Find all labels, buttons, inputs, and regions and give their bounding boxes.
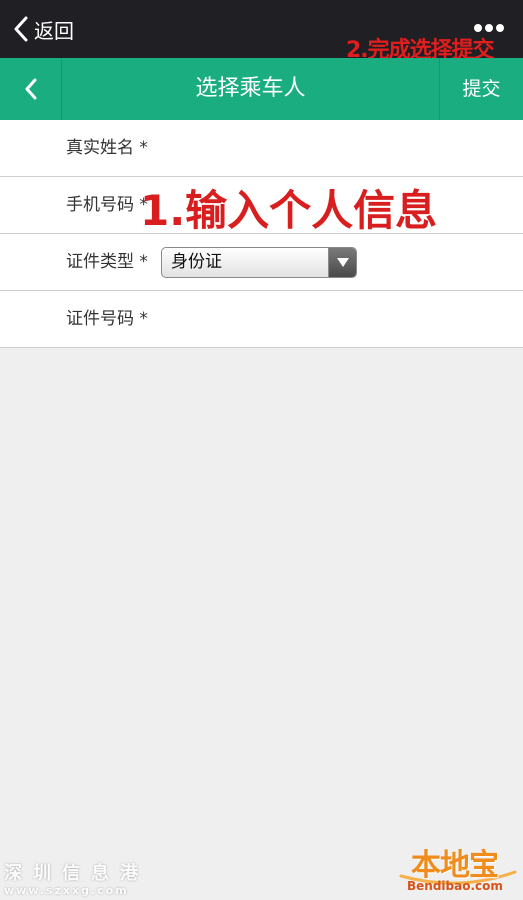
watermark-bendibao: 本地宝 Bendibao.com <box>399 840 517 896</box>
id-type-selected-value: 身份证 <box>171 252 222 272</box>
real-name-row: 真实姓名 * <box>0 120 523 177</box>
id-type-row: 证件类型 * 身份证 <box>0 234 523 291</box>
id-number-row: 证件号码 * <box>0 291 523 348</box>
page-title: 选择乘车人 <box>195 76 306 101</box>
phone-label: 手机号码 * <box>66 195 148 215</box>
real-name-input[interactable] <box>160 128 515 168</box>
watermark-bendibao-cn: 本地宝 <box>411 848 499 883</box>
chevron-left-icon <box>25 78 36 100</box>
real-name-label: 真实姓名 * <box>66 138 148 158</box>
id-type-label: 证件类型 * <box>66 252 148 272</box>
dropdown-arrow <box>328 248 356 277</box>
id-number-label: 证件号码 * <box>66 309 148 329</box>
watermark-szxxg-url: www.szxxg.com <box>4 884 129 897</box>
triangle-down-icon <box>336 258 349 267</box>
annotation-step-one: 1.输入个人信息 <box>140 186 438 235</box>
id-type-select[interactable]: 身份证 <box>161 247 357 278</box>
submit-button[interactable]: 提交 <box>439 58 523 120</box>
watermark-bendibao-url: Bendibao.com <box>407 879 503 893</box>
page-header: 选择乘车人 提交 <box>0 58 523 120</box>
id-number-input[interactable] <box>160 299 515 339</box>
system-back-button[interactable]: 返回 <box>12 12 74 46</box>
system-back-label: 返回 <box>34 18 74 43</box>
header-back-button[interactable] <box>0 58 62 120</box>
watermark-szxxg: 深圳信息港 www.szxxg.com <box>4 864 149 898</box>
system-top-bar: 返回 2.完成选择提交 <box>0 0 523 63</box>
chevron-left-icon <box>14 16 28 42</box>
watermark-szxxg-cn: 深圳信息港 <box>4 863 149 884</box>
